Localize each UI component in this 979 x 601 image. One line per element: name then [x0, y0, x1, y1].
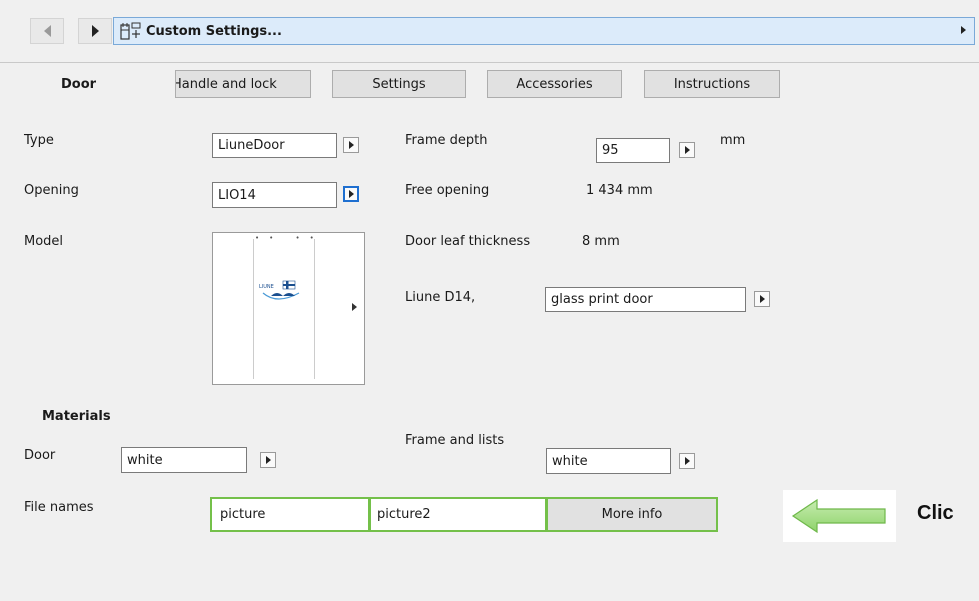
tab-accessories[interactable]: Accessories [487, 70, 622, 98]
model-preview[interactable]: •• •• LIUNE [212, 232, 365, 385]
door-leaf-image [253, 239, 315, 379]
triangle-right-icon [348, 141, 354, 149]
door-material-arrow-button[interactable] [260, 452, 276, 468]
tab-settings[interactable]: Settings [332, 70, 466, 98]
liune-logo-icon: LIUNE [259, 280, 300, 300]
frame-depth-arrow-button[interactable] [679, 142, 695, 158]
type-field[interactable]: LiuneDoor [212, 133, 337, 158]
file-names-label: File names [24, 500, 94, 515]
opening-field[interactable]: LIO14 [212, 182, 337, 208]
triangle-right-icon [348, 190, 354, 198]
tab-label: Accessories [516, 76, 593, 92]
door-leaf-thickness-label: Door leaf thickness [405, 234, 531, 249]
callout-arrow-box [783, 490, 896, 542]
tab-instructions[interactable]: Instructions [644, 70, 780, 98]
tab-label: Instructions [673, 76, 751, 92]
materials-section-label: Materials [42, 409, 111, 424]
forward-button[interactable] [78, 18, 112, 44]
frame-depth-unit: mm [720, 133, 746, 148]
hinge-marks: •• •• [255, 234, 324, 242]
arrow-left-icon [791, 498, 886, 534]
model-label: Model [24, 234, 64, 249]
triangle-right-icon [684, 146, 690, 154]
panel-title: Custom Settings... [146, 23, 282, 39]
triangle-right-icon [91, 25, 99, 37]
logo-text: LIUNE [259, 284, 274, 290]
custom-settings-dropdown[interactable]: Custom Settings... [113, 17, 975, 45]
frame-material-label: Frame and lists [405, 433, 505, 448]
more-info-label: More info [601, 507, 663, 522]
model-variant-arrow-button[interactable] [754, 291, 770, 307]
tab-handle-and-lock[interactable]: Handle and lock [175, 70, 311, 98]
picture2-input[interactable]: picture2 [369, 497, 547, 532]
preview-next-icon[interactable] [352, 303, 357, 311]
frame-depth-field[interactable]: 95 [596, 138, 670, 163]
type-label: Type [24, 133, 54, 148]
frame-depth-label: Frame depth [405, 133, 488, 148]
tab-label: Handle and lock [175, 76, 277, 92]
expand-icon [961, 26, 966, 34]
free-opening-value: 1 434 mm [586, 183, 653, 198]
door-material-field[interactable]: white [121, 447, 247, 473]
settings-panel: Custom Settings... Door Handle and lock … [0, 0, 979, 601]
frame-material-field[interactable]: white [546, 448, 671, 474]
door-leaf-thickness-value: 8 mm [582, 234, 620, 249]
model-variant-field[interactable]: glass print door [545, 287, 746, 312]
triangle-left-icon [43, 25, 51, 37]
model-name-label: Liune D14, [405, 290, 476, 305]
custom-settings-icon [120, 22, 141, 40]
type-arrow-button[interactable] [343, 137, 359, 153]
triangle-right-icon [265, 456, 271, 464]
tab-label: Settings [372, 76, 426, 92]
frame-material-arrow-button[interactable] [679, 453, 695, 469]
back-button[interactable] [30, 18, 64, 44]
divider [0, 62, 979, 63]
callout-text: Clic [917, 502, 954, 524]
door-section-label: Door [61, 77, 97, 92]
door-material-label: Door [24, 448, 56, 463]
opening-arrow-button[interactable] [343, 186, 359, 202]
picture-input[interactable]: picture [210, 497, 370, 532]
opening-label: Opening [24, 183, 79, 198]
more-info-button[interactable]: More info [546, 497, 718, 532]
triangle-right-icon [759, 295, 765, 303]
free-opening-label: Free opening [405, 183, 490, 198]
triangle-right-icon [684, 457, 690, 465]
